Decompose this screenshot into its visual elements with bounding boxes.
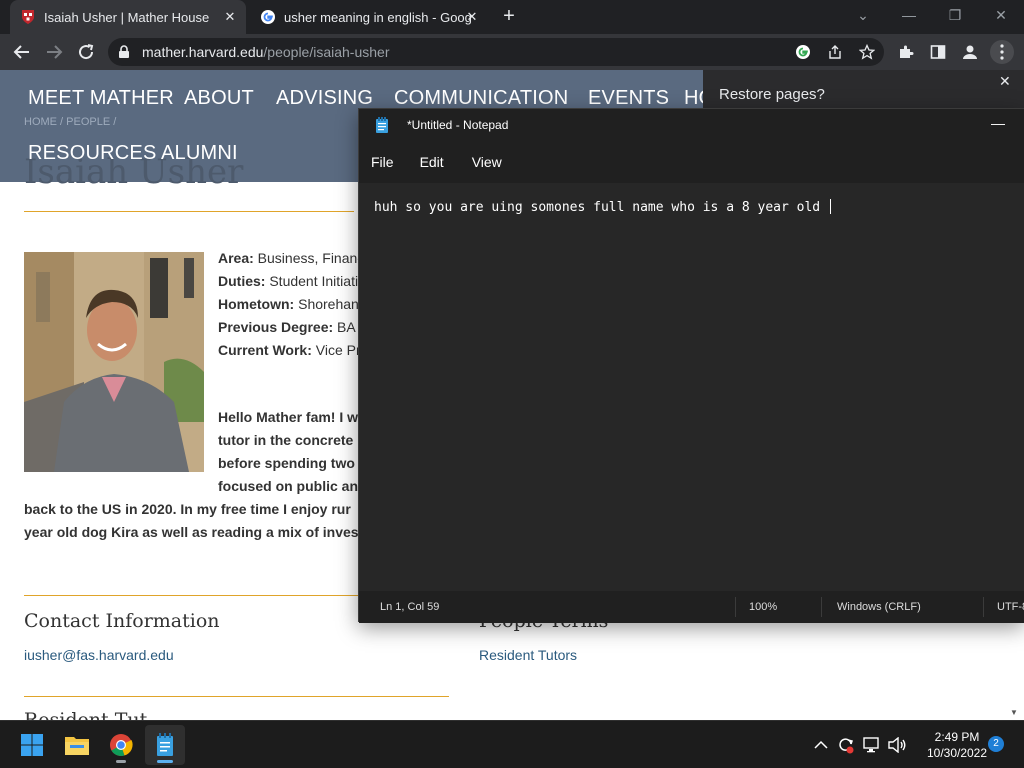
clock-time: 2:49 PM bbox=[934, 730, 980, 744]
nav-resources[interactable]: RESOURCES bbox=[28, 142, 157, 165]
extensions-puzzle-icon[interactable] bbox=[894, 40, 918, 64]
google-lens-icon[interactable] bbox=[792, 38, 814, 66]
profile-photo bbox=[24, 252, 204, 472]
browser-toolbar: mather.harvard.edu/people/isaiah-usher bbox=[0, 34, 1024, 70]
restore-pages-text: Restore pages? bbox=[719, 86, 825, 103]
close-icon[interactable]: ✕ bbox=[999, 73, 1011, 90]
tab-mather-house[interactable]: Isaiah Usher | Mather House ✕ bbox=[10, 0, 246, 34]
divider bbox=[24, 595, 358, 596]
notepad-window: *Untitled - Notepad — File Edit View huh… bbox=[358, 108, 1024, 623]
nav-meet-mather[interactable]: MEET MATHER bbox=[28, 87, 174, 110]
url-host: mather.harvard.edu bbox=[142, 44, 264, 60]
close-window-icon[interactable]: ✕ bbox=[978, 0, 1024, 30]
menu-view[interactable]: View bbox=[456, 154, 514, 170]
volume-icon[interactable] bbox=[887, 735, 907, 755]
menu-edit[interactable]: Edit bbox=[406, 154, 456, 170]
menu-file[interactable]: File bbox=[359, 154, 406, 170]
nav-advising[interactable]: ADVISING bbox=[276, 87, 373, 110]
forward-icon[interactable] bbox=[42, 40, 66, 64]
bookmark-star-icon[interactable] bbox=[856, 38, 878, 66]
info-hometown: Hometown: Shorehan bbox=[218, 296, 359, 312]
status-divider bbox=[735, 597, 736, 617]
system-clock[interactable]: 2:49 PM 10/30/2022 bbox=[918, 729, 996, 761]
minimize-icon[interactable]: — bbox=[886, 0, 932, 30]
status-line-ending: Windows (CRLF) bbox=[837, 601, 921, 613]
info-current-work: Current Work: Vice Pr bbox=[218, 342, 361, 358]
nav-about[interactable]: ABOUT bbox=[184, 87, 254, 110]
bio-line: year old dog Kira as well as reading a m… bbox=[24, 524, 359, 540]
notepad-app-icon bbox=[375, 117, 389, 133]
info-duties: Duties: Student Initiati bbox=[218, 273, 359, 289]
bio-line: before spending two bbox=[218, 455, 355, 471]
resident-tutors-link[interactable]: Resident Tutors bbox=[479, 647, 577, 663]
restore-window-icon[interactable]: ❐ bbox=[932, 0, 978, 30]
notepad-status-bar: Ln 1, Col 59 100% Windows (CRLF) UTF-8 bbox=[359, 591, 1024, 623]
info-area: Area: Business, Financ bbox=[218, 250, 365, 266]
notepad-content: huh so you are uing somones full name wh… bbox=[374, 200, 828, 215]
status-cursor-position: Ln 1, Col 59 bbox=[380, 601, 440, 613]
new-tab-icon[interactable]: + bbox=[498, 6, 520, 28]
windows-taskbar: 2:49 PM 10/30/2022 2 bbox=[0, 720, 1024, 768]
tab-title: usher meaning in english - Goog bbox=[284, 9, 472, 25]
profile-icon[interactable] bbox=[958, 40, 982, 64]
notepad-taskbar-icon[interactable] bbox=[145, 725, 185, 765]
notification-badge[interactable]: 2 bbox=[988, 736, 1004, 752]
desktop: Isaiah Usher | Mather House ✕ usher mean… bbox=[0, 0, 1024, 768]
bio-line: focused on public an bbox=[218, 478, 359, 494]
contact-email-link[interactable]: iusher@fas.harvard.edu bbox=[24, 647, 174, 663]
url-path: /people/isaiah-usher bbox=[263, 44, 390, 60]
chevron-up-icon[interactable] bbox=[811, 735, 831, 755]
clock-date: 10/30/2022 bbox=[926, 746, 988, 760]
notepad-title: *Untitled - Notepad bbox=[407, 118, 509, 132]
status-encoding: UTF-8 bbox=[997, 601, 1024, 613]
reload-icon[interactable] bbox=[74, 40, 98, 64]
side-panel-icon[interactable] bbox=[926, 40, 950, 64]
browser-tab-strip: Isaiah Usher | Mather House ✕ usher mean… bbox=[0, 0, 1024, 34]
chrome-icon[interactable] bbox=[101, 725, 141, 765]
notepad-text-area[interactable]: huh so you are uing somones full name wh… bbox=[359, 183, 1024, 591]
info-previous-degree: Previous Degree: BA bbox=[218, 319, 356, 335]
nav-communication[interactable]: COMMUNICATION bbox=[394, 87, 568, 110]
divider bbox=[24, 696, 449, 697]
resident-tutors-heading: Resident Tut bbox=[24, 709, 148, 720]
close-tab-icon[interactable]: ✕ bbox=[222, 9, 238, 25]
minimize-icon[interactable]: — bbox=[991, 115, 1005, 131]
close-tab-icon[interactable]: ✕ bbox=[464, 9, 480, 25]
status-divider bbox=[983, 597, 984, 617]
sync-alert-icon[interactable] bbox=[836, 735, 856, 755]
breadcrumb[interactable]: HOME / PEOPLE / bbox=[24, 116, 116, 128]
bio-line: Hello Mather fam! I w bbox=[218, 409, 359, 425]
tab-title: Isaiah Usher | Mather House bbox=[44, 9, 210, 25]
bio-line: tutor in the concrete bbox=[218, 432, 354, 448]
harvard-shield-icon bbox=[20, 9, 36, 25]
network-icon[interactable] bbox=[862, 735, 882, 755]
running-indicator bbox=[116, 760, 126, 763]
chrome-menu-icon[interactable] bbox=[990, 40, 1014, 64]
status-zoom: 100% bbox=[749, 601, 778, 613]
contact-information-heading: Contact Information bbox=[24, 610, 220, 632]
windows-start-icon[interactable] bbox=[12, 725, 52, 765]
notepad-titlebar[interactable]: *Untitled - Notepad — bbox=[359, 109, 1024, 141]
divider bbox=[24, 211, 354, 212]
restore-pages-bubble: Restore pages? ✕ bbox=[703, 70, 1024, 110]
address-bar[interactable]: mather.harvard.edu/people/isaiah-usher bbox=[108, 38, 884, 66]
active-indicator bbox=[157, 760, 173, 763]
google-icon bbox=[260, 9, 276, 25]
chevron-down-icon[interactable]: ⌄ bbox=[840, 0, 886, 30]
back-icon[interactable] bbox=[10, 40, 34, 64]
share-icon[interactable] bbox=[824, 38, 846, 66]
tab-google-search[interactable]: usher meaning in english - Goog ✕ bbox=[250, 0, 488, 34]
nav-alumni[interactable]: ALUMNI bbox=[161, 142, 238, 165]
status-divider bbox=[821, 597, 822, 617]
lock-icon[interactable] bbox=[118, 45, 132, 59]
notepad-menubar: File Edit View bbox=[359, 141, 1024, 183]
nav-events[interactable]: EVENTS bbox=[588, 87, 669, 110]
text-caret bbox=[829, 199, 831, 214]
bio-line: back to the US in 2020. In my free time … bbox=[24, 501, 351, 517]
file-explorer-icon[interactable] bbox=[57, 725, 97, 765]
scroll-down-arrow-icon[interactable]: ▼ bbox=[1010, 708, 1020, 718]
